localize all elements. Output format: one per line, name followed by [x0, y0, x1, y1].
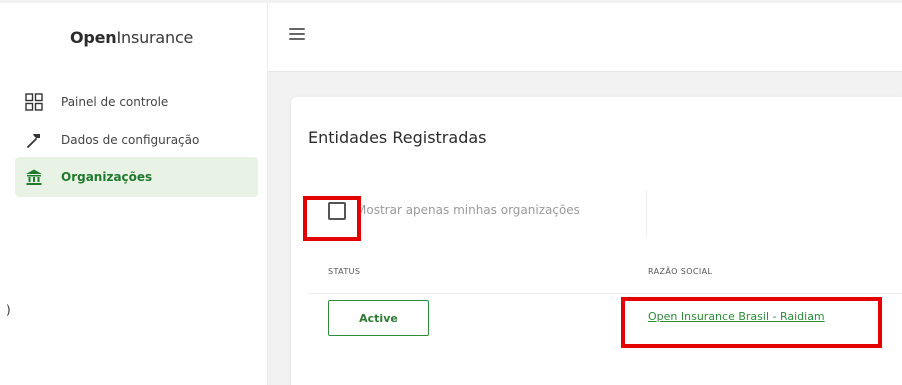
brand-logo-bold: Open	[70, 28, 117, 47]
left-edge-mark: )	[6, 303, 11, 317]
bank-icon	[23, 166, 45, 188]
only-my-organizations-label[interactable]: Mostrar apenas minhas organizações	[356, 203, 580, 217]
status-badge: Active	[328, 300, 429, 336]
hammer-icon	[23, 129, 45, 151]
filter-row: Mostrar apenas minhas organizações	[308, 190, 647, 238]
sidebar-item-label: Painel de controle	[61, 95, 169, 109]
dashboard-icon	[23, 91, 45, 113]
sidebar-item-dados-de-configuracao[interactable]: Dados de configuração	[15, 120, 258, 160]
sidebar: OpenInsurance Painel de controle Dados d…	[0, 3, 268, 385]
razao-social-link[interactable]: Open Insurance Brasil - Raidiam	[648, 310, 825, 323]
page-title: Entidades Registradas	[308, 128, 487, 147]
sidebar-item-label: Dados de configuração	[61, 133, 200, 147]
sidebar-item-label: Organizações	[61, 170, 153, 184]
hamburger-menu-icon[interactable]	[289, 28, 305, 42]
column-header-razao-social: RAZÃO SOCIAL	[648, 267, 713, 276]
top-bar	[268, 3, 902, 72]
brand-logo: OpenInsurance	[70, 28, 193, 47]
entities-card: Entidades Registradas Mostrar apenas min…	[291, 97, 902, 385]
table-divider	[308, 293, 902, 294]
sidebar-item-organizacoes[interactable]: Organizações	[15, 157, 258, 197]
page-frame: OpenInsurance Painel de controle Dados d…	[0, 0, 902, 385]
brand-logo-light: Insurance	[116, 28, 194, 47]
only-my-organizations-checkbox[interactable]	[328, 202, 346, 220]
column-header-status: STATUS	[328, 267, 361, 276]
sidebar-item-painel-de-controle[interactable]: Painel de controle	[15, 82, 258, 122]
